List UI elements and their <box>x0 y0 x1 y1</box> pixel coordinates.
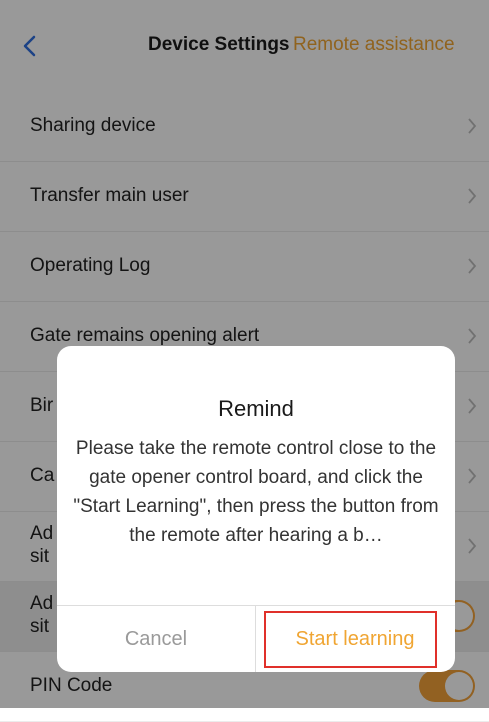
cancel-button[interactable]: Cancel <box>57 606 255 672</box>
dialog-actions: Cancel Start learning <box>57 605 455 672</box>
highlight-box <box>264 611 437 668</box>
dialog-title: Remind <box>218 396 294 421</box>
remind-dialog: Remind Please take the remote control cl… <box>57 346 455 672</box>
dialog-message: Please take the remote control close to … <box>73 438 439 546</box>
